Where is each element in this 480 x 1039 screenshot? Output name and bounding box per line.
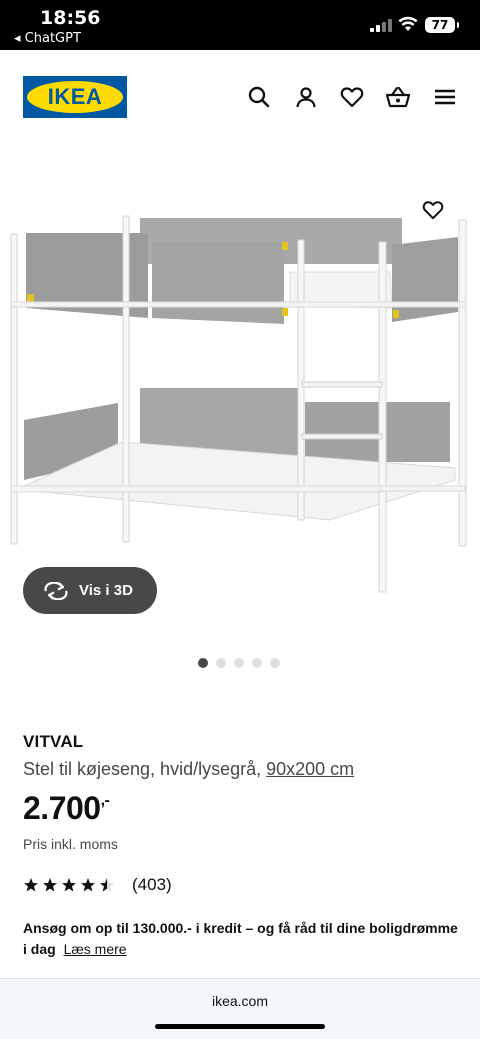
carousel-dot[interactable] (252, 658, 262, 668)
signal-icon (370, 19, 392, 32)
back-to-app-link[interactable]: ◂ ChatGPT (14, 31, 81, 46)
heart-outline-icon (422, 201, 444, 220)
credit-banner: Ansøg om op til 130.000.- i kredit – og … (23, 918, 463, 960)
product-image[interactable] (0, 190, 480, 610)
status-bar: 18:56 ◂ ChatGPT 77 (0, 0, 480, 50)
carousel-dot[interactable] (216, 658, 226, 668)
add-to-favourites-button[interactable] (411, 188, 455, 232)
rotate-3d-icon (44, 581, 68, 600)
size-link[interactable]: 90x200 cm (266, 759, 354, 779)
url-text[interactable]: ikea.com (0, 993, 480, 1009)
price-value: 2.700 (23, 790, 101, 826)
read-more-link[interactable]: Læs mere (64, 941, 127, 957)
carousel-indicator (198, 658, 280, 668)
product-description: Stel til køjeseng, hvid/lysegrå, 90x200 … (23, 759, 354, 780)
ikea-logo[interactable]: IKEA (23, 76, 127, 118)
search-icon[interactable] (246, 84, 272, 110)
view-in-3d-label: Vis i 3D (79, 582, 133, 599)
product-description-text: Stel til køjeseng, hvid/lysegrå, (23, 759, 262, 779)
carousel-dot[interactable] (198, 658, 208, 668)
product-name: VITVAL (23, 732, 84, 751)
logo-text: IKEA (47, 84, 103, 109)
battery-icon: 77 (425, 17, 459, 33)
price-suffix: ,- (100, 792, 110, 809)
product-price: 2.700,- (23, 790, 110, 827)
user-icon[interactable] (293, 84, 319, 110)
star-full-icon (24, 878, 38, 892)
carousel-dot[interactable] (270, 658, 280, 668)
star-half-icon (100, 878, 114, 892)
logo-oval: IKEA (27, 81, 123, 113)
home-indicator (155, 1024, 325, 1029)
heart-icon[interactable] (339, 84, 365, 110)
battery-level: 77 (431, 18, 449, 32)
star-full-icon (81, 878, 95, 892)
carousel-dot[interactable] (234, 658, 244, 668)
clock: 18:56 (40, 7, 101, 29)
price-note: Pris inkl. moms (23, 836, 118, 852)
site-header: IKEA (0, 50, 480, 145)
rating-count[interactable]: (403) (132, 875, 172, 895)
view-in-3d-button[interactable]: Vis i 3D (23, 567, 157, 614)
wifi-icon (398, 16, 418, 31)
basket-icon[interactable] (385, 84, 411, 110)
browser-url-bar[interactable]: ikea.com (0, 978, 480, 1039)
rating[interactable]: (403) (23, 875, 172, 895)
star-full-icon (43, 878, 57, 892)
star-full-icon (62, 878, 76, 892)
menu-icon[interactable] (432, 84, 458, 110)
